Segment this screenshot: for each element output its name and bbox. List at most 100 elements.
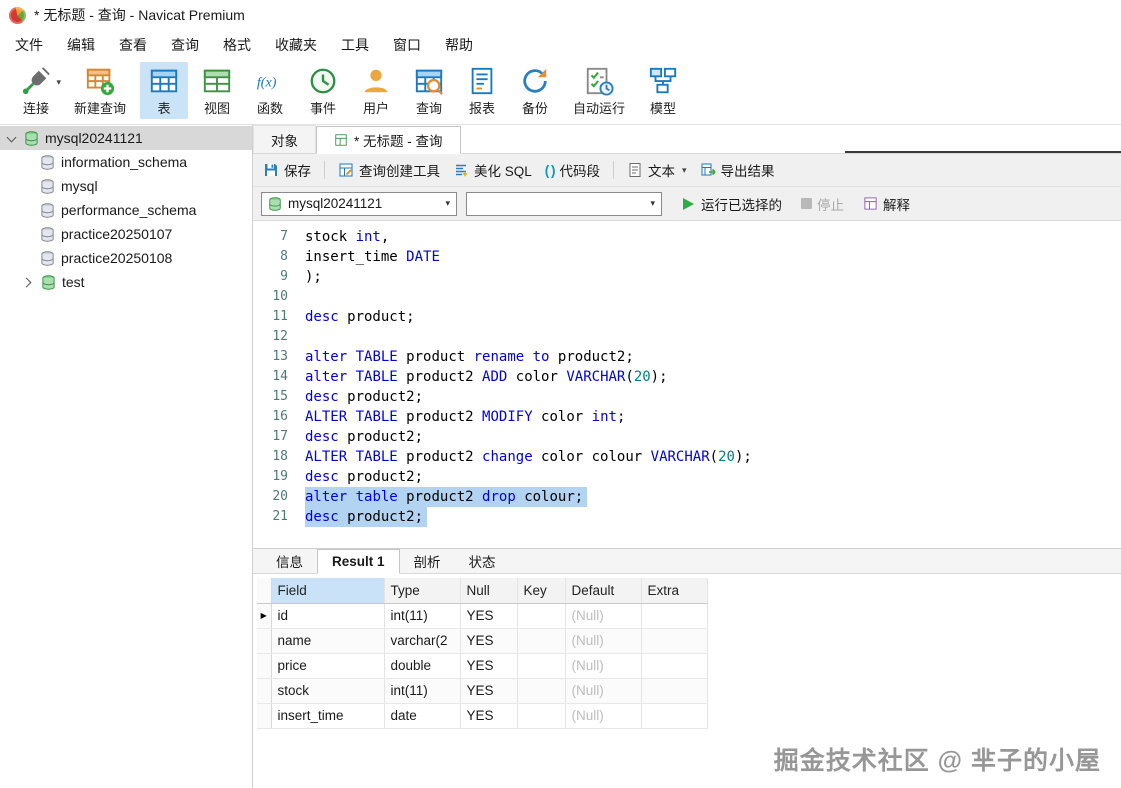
toolbar-report-button[interactable]: 报表 bbox=[458, 62, 506, 119]
cell[interactable] bbox=[517, 678, 566, 704]
tree-node-connection[interactable]: mysql20241121 bbox=[0, 126, 252, 150]
cell[interactable]: YES bbox=[460, 678, 518, 704]
cell[interactable]: varchar(2 bbox=[384, 628, 461, 654]
explain-button[interactable]: 解释 bbox=[863, 194, 910, 214]
cell[interactable]: YES bbox=[460, 703, 518, 729]
cell[interactable]: insert_time bbox=[271, 703, 385, 729]
toolbar-query-button[interactable]: 查询 bbox=[405, 62, 453, 119]
cell[interactable]: date bbox=[384, 703, 461, 729]
schema-icon bbox=[40, 250, 55, 266]
cell[interactable]: (Null) bbox=[565, 653, 642, 679]
menu-item-format[interactable]: 格式 bbox=[211, 31, 263, 59]
cell[interactable] bbox=[641, 653, 708, 679]
cell[interactable]: id bbox=[271, 603, 385, 629]
cell[interactable] bbox=[641, 628, 708, 654]
toolbar-automation-button[interactable]: 自动运行 bbox=[564, 62, 634, 119]
code-text: ALTER TABLE product2 MODIFY color int; bbox=[305, 409, 626, 425]
cell[interactable] bbox=[517, 703, 566, 729]
cell[interactable] bbox=[641, 703, 708, 729]
code-text: desc product2; bbox=[305, 429, 424, 445]
toolbar-connection-button[interactable]: ▾ 连接 bbox=[12, 62, 61, 119]
cell[interactable]: int(11) bbox=[384, 678, 461, 704]
tree-node-mysql[interactable]: mysql bbox=[0, 174, 252, 198]
cell[interactable] bbox=[641, 603, 708, 629]
cell[interactable] bbox=[517, 628, 566, 654]
table-row[interactable]: insert_time date YES (Null) bbox=[257, 703, 708, 729]
cell[interactable] bbox=[641, 678, 708, 704]
selected-code-text: alter table product2 drop colour; bbox=[305, 487, 588, 507]
schema-icon bbox=[40, 226, 55, 242]
column-header-key[interactable]: Key bbox=[517, 578, 566, 604]
column-header-extra[interactable]: Extra bbox=[641, 578, 708, 604]
tree-node-test[interactable]: test bbox=[0, 270, 252, 294]
text-menu-button[interactable]: 文本 ▾ bbox=[627, 160, 687, 180]
tab-objects[interactable]: 对象 bbox=[253, 125, 316, 153]
menu-item-tools[interactable]: 工具 bbox=[329, 31, 381, 59]
cell[interactable]: (Null) bbox=[565, 603, 642, 629]
menu-item-file[interactable]: 文件 bbox=[3, 31, 55, 59]
line-number: 18 bbox=[272, 449, 288, 464]
table-row[interactable]: stock int(11) YES (Null) bbox=[257, 678, 708, 704]
tree-node-information_schema[interactable]: information_schema bbox=[0, 150, 252, 174]
toolbar-new-query-button[interactable]: 新建查询 bbox=[65, 62, 135, 119]
code-text: alter TABLE product rename to product2; bbox=[305, 349, 634, 365]
code-snippet-button[interactable]: ( ) 代码段 bbox=[545, 160, 600, 180]
connection-select[interactable]: mysql20241121 ▾ bbox=[261, 191, 457, 216]
editor-line: 8 insert_time DATE bbox=[253, 247, 1121, 267]
menu-item-window[interactable]: 窗口 bbox=[381, 31, 433, 59]
result-tab-profile[interactable]: 剖析 bbox=[400, 548, 455, 573]
cell[interactable] bbox=[517, 603, 566, 629]
result-tab-status[interactable]: 状态 bbox=[455, 548, 510, 573]
navicat-logo-icon bbox=[9, 6, 26, 24]
toolbar-function-button[interactable]: f(x) 函数 bbox=[246, 62, 294, 119]
save-button[interactable]: 保存 bbox=[263, 160, 311, 180]
export-result-button[interactable]: 导出结果 bbox=[700, 160, 775, 180]
tree-node-label: information_schema bbox=[61, 154, 188, 170]
beautify-sql-button[interactable]: 美化 SQL bbox=[453, 160, 532, 180]
cell[interactable] bbox=[517, 653, 566, 679]
menu-item-help[interactable]: 帮助 bbox=[433, 31, 485, 59]
cell[interactable]: int(11) bbox=[384, 603, 461, 629]
toolbar-user-button[interactable]: 用户 bbox=[352, 62, 400, 119]
tree-node-practice20250108[interactable]: practice20250108 bbox=[0, 246, 252, 270]
table-row[interactable]: name varchar(2 YES (Null) bbox=[257, 628, 708, 654]
toolbar-model-button[interactable]: 模型 bbox=[639, 62, 687, 119]
tree-node-practice20250107[interactable]: practice20250107 bbox=[0, 222, 252, 246]
sql-editor[interactable]: 7 stock int, 8 insert_time DATE 9); 10 11 desc … bbox=[253, 221, 1121, 548]
tab-query[interactable]: * 无标题 - 查询 bbox=[316, 126, 461, 154]
column-header-field[interactable]: Field bbox=[271, 578, 385, 604]
chevron-expanded-icon[interactable] bbox=[4, 131, 18, 145]
cell[interactable]: (Null) bbox=[565, 628, 642, 654]
menu-item-edit[interactable]: 编辑 bbox=[55, 31, 107, 59]
result-tab-result-1[interactable]: Result 1 bbox=[317, 549, 400, 574]
database-select[interactable]: ▾ bbox=[466, 191, 662, 216]
cell[interactable]: YES bbox=[460, 603, 518, 629]
menu-item-view[interactable]: 查看 bbox=[107, 31, 159, 59]
cell[interactable]: (Null) bbox=[565, 703, 642, 729]
toolbar-view-button[interactable]: 视图 bbox=[193, 62, 241, 119]
column-header-null[interactable]: Null bbox=[460, 578, 518, 604]
line-number: 19 bbox=[272, 469, 288, 484]
column-header-default[interactable]: Default bbox=[565, 578, 642, 604]
query-builder-button[interactable]: 查询创建工具 bbox=[338, 160, 440, 180]
toolbar-table-button[interactable]: 表 bbox=[140, 62, 189, 119]
tree-node-performance_schema[interactable]: performance_schema bbox=[0, 198, 252, 222]
model-icon bbox=[648, 66, 678, 96]
cell[interactable]: YES bbox=[460, 628, 518, 654]
cell[interactable]: name bbox=[271, 628, 385, 654]
table-row[interactable]: ▶ id int(11) YES (Null) bbox=[257, 603, 708, 629]
cell[interactable]: stock bbox=[271, 678, 385, 704]
column-header-type[interactable]: Type bbox=[384, 578, 461, 604]
cell[interactable]: YES bbox=[460, 653, 518, 679]
run-selected-button[interactable]: 运行已选择的 bbox=[683, 194, 782, 214]
menu-item-query[interactable]: 查询 bbox=[159, 31, 211, 59]
chevron-collapsed-icon[interactable] bbox=[21, 275, 35, 289]
menu-item-favorites[interactable]: 收藏夹 bbox=[263, 31, 329, 59]
toolbar-event-button[interactable]: 事件 bbox=[299, 62, 347, 119]
table-row[interactable]: price double YES (Null) bbox=[257, 653, 708, 679]
result-tab-info[interactable]: 信息 bbox=[262, 548, 317, 573]
toolbar-backup-button[interactable]: 备份 bbox=[511, 62, 559, 119]
cell[interactable]: price bbox=[271, 653, 385, 679]
cell[interactable]: double bbox=[384, 653, 461, 679]
cell[interactable]: (Null) bbox=[565, 678, 642, 704]
